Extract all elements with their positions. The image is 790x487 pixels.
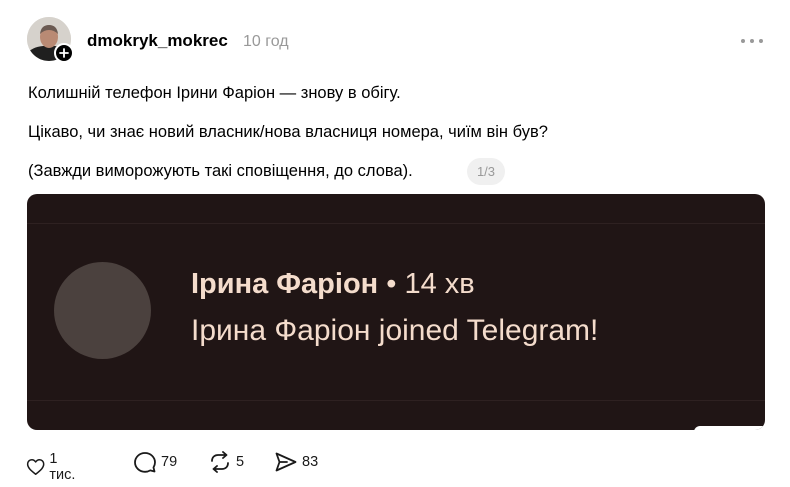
like-count: 1 тис. <box>49 451 76 483</box>
heart-icon <box>26 459 45 475</box>
reply-count: 79 <box>161 454 178 470</box>
post-text-line-3: (Завжди виморожують такі сповіщення, до … <box>28 162 413 180</box>
author-avatar-container[interactable] <box>27 17 74 63</box>
more-dots-icon <box>741 39 763 43</box>
repost-icon <box>211 451 229 473</box>
repost-button[interactable]: 5 <box>208 451 244 473</box>
post-text-line-1: Колишній телефон Ірини Фаріон — знову в … <box>28 84 401 102</box>
image-counter-badge: 1/3 <box>467 158 505 185</box>
send-icon <box>275 452 297 472</box>
more-options-button[interactable] <box>738 30 766 52</box>
share-button[interactable]: 83 <box>274 451 318 473</box>
like-button[interactable]: 1 тис. <box>26 451 80 483</box>
notification-contact-name: Ірина Фаріон <box>191 268 379 300</box>
divider <box>27 400 765 401</box>
repost-count: 5 <box>236 454 245 470</box>
post-image[interactable]: Ірина Фаріон • 14 хв Ірина Фаріон joined… <box>27 194 765 430</box>
share-count: 83 <box>302 454 319 470</box>
notification-time: 14 хв <box>404 268 475 300</box>
notification-avatar <box>54 262 151 359</box>
reply-button[interactable]: 79 <box>133 451 177 473</box>
author-username[interactable]: dmokryk_mokrec <box>87 31 228 51</box>
plus-icon <box>59 48 69 58</box>
divider <box>27 223 765 224</box>
notification-header: Ірина Фаріон • 14 хв <box>191 268 475 301</box>
notification-message: Ірина Фаріон joined Telegram! <box>191 314 599 347</box>
post-text-line-2: Цікаво, чи знає новий власник/нова власн… <box>28 123 548 141</box>
post-card: dmokryk_mokrec 10 год Колишній телефон І… <box>0 0 790 487</box>
post-timestamp[interactable]: 10 год <box>243 33 289 51</box>
notification-separator: • <box>378 268 405 300</box>
follow-plus-button[interactable] <box>54 43 74 63</box>
media-corner-overlay <box>694 426 765 430</box>
comment-icon <box>134 452 156 473</box>
